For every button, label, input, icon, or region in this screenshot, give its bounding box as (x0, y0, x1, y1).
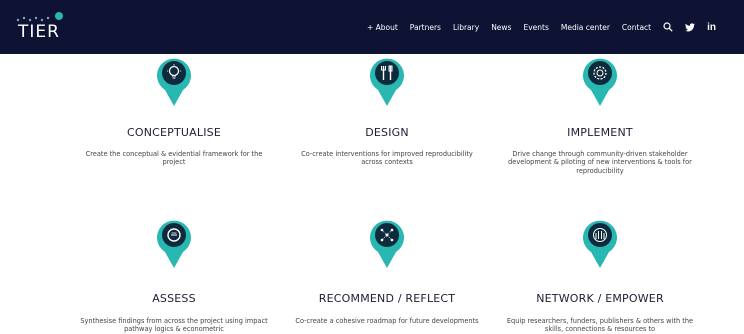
process-grid: CONCEPTUALISE Create the conceptual & ev… (0, 54, 744, 333)
search-icon[interactable] (663, 22, 673, 32)
magnifier-icon (157, 220, 191, 268)
card-description: Equip researchers, funders, publishers &… (506, 317, 694, 334)
nav-media-center[interactable]: Media center (561, 23, 610, 32)
card-title: DESIGN (365, 126, 409, 139)
card-title: ASSESS (152, 292, 196, 305)
nav-about[interactable]: + About (367, 23, 398, 32)
nav-events[interactable]: Events (523, 23, 548, 32)
top-navbar: TIER + About Partners Library News Event… (0, 0, 744, 54)
nav-partners[interactable]: Partners (410, 23, 441, 32)
twitter-icon[interactable] (685, 22, 696, 32)
linkedin-icon[interactable]: in (707, 22, 716, 33)
card-description: Create the conceptual & evidential frame… (85, 150, 263, 167)
nav-library[interactable]: Library (453, 23, 479, 32)
network-icon (583, 220, 617, 268)
nav-contact[interactable]: Contact (622, 23, 651, 32)
card-description: Synthesise findings from across the proj… (80, 317, 268, 334)
card-description: Co-create interventions for improved rep… (301, 150, 473, 167)
card-description: Co-create a cohesive roadmap for future … (295, 317, 479, 325)
card-title: RECOMMEND / REFLECT (318, 292, 456, 305)
roadmap-icon (370, 220, 404, 268)
card-title: NETWORK / EMPOWER (536, 292, 664, 305)
gear-icon (583, 58, 617, 106)
card-title: CONCEPTUALISE (126, 126, 222, 139)
card-description: Drive change through community-driven st… (508, 150, 692, 175)
tier-logo[interactable]: TIER (15, 10, 67, 44)
nav-news[interactable]: News (491, 23, 511, 32)
nav-menu: + About Partners Library News Events Med… (367, 0, 716, 54)
tools-icon (370, 58, 404, 106)
lightbulb-icon (157, 58, 191, 106)
card-title: IMPLEMENT (567, 126, 633, 139)
logo-text: TIER (18, 22, 60, 42)
